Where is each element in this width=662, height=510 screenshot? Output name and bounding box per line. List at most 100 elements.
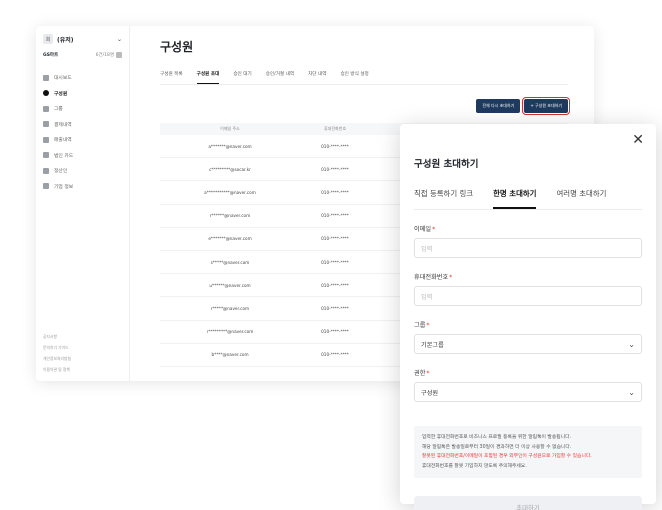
phone-field[interactable]: 입력 — [414, 286, 642, 306]
sidebar-footer: 공지사항 문의하기 가이드 개인정보처리방침 이용약관 및 정책 — [43, 331, 71, 375]
tab-member-invite[interactable]: 구성원 초대 — [196, 71, 220, 84]
document-icon — [43, 121, 49, 128]
sidebar-item-label: 구성원 — [54, 91, 68, 97]
plan-count: 6건/18명 — [95, 53, 114, 58]
group-icon — [43, 105, 49, 112]
sidebar-item-company-info[interactable]: 기업 정보 — [43, 179, 122, 195]
notice-box: 입력한 휴대전화번호로 비즈니스 프로필 등록을 위한 알림톡이 발송됩니다. … — [414, 426, 642, 478]
role-select[interactable]: 구성원 ⌄ — [414, 382, 642, 402]
modal-title: 구성원 초대하기 — [414, 159, 479, 170]
sidebar-item-corporate-card[interactable]: 법인 카드 — [43, 148, 122, 164]
tab-history[interactable]: 승인/거절 내역 — [266, 71, 294, 84]
sidebar-nav: 대시보드 구성원 그룹 결제내역 매출내역 법인 카드 정산인 기업 정보 — [43, 70, 122, 194]
phone-placeholder: 입력 — [421, 293, 433, 301]
email-placeholder: 입력 — [421, 245, 433, 253]
cell-email: c*********@socar.kr — [209, 166, 251, 172]
sidebar: 회 (유저) ⌄ GS마트 6건/18명 대시보드 구성원 그룹 결제내역 매출… — [36, 26, 130, 381]
required-mark: * — [449, 274, 453, 281]
org-logo: 회 — [43, 34, 53, 44]
footer-link[interactable]: 이용약관 및 정책 — [43, 364, 71, 375]
invite-member-button[interactable]: + 구성원 초대하기 — [522, 97, 570, 115]
sidebar-item-sales[interactable]: 매출내역 — [43, 132, 122, 148]
group-label-text: 그룹 — [414, 322, 426, 329]
resend-all-button[interactable]: 전체 다시 초대하기 — [476, 99, 521, 113]
tab-invite-one[interactable]: 한명 초대하기 — [493, 188, 537, 209]
document-icon — [43, 136, 49, 143]
modal-tabs: 직접 등록하기 링크 한명 초대하기 여러명 초대하기 — [414, 188, 642, 210]
chevron-down-icon: ⌄ — [628, 339, 635, 349]
role-value: 구성원 — [421, 389, 439, 397]
gear-icon — [43, 167, 49, 174]
phone-label-text: 휴대전화번호 — [414, 274, 449, 281]
sidebar-item-payments[interactable]: 결제내역 — [43, 117, 122, 133]
cell-email: s*****@naver.com — [210, 259, 250, 265]
notice-line: 휴대전화번호를 잘못 기입하지 않도록 주의해주세요. — [422, 463, 527, 469]
cell-phone: 010-****-**** — [321, 329, 349, 335]
role-label-text: 권한 — [414, 370, 426, 377]
action-bar: 전체 다시 초대하기 + 구성원 초대하기 — [160, 97, 570, 115]
cell-phone: 010-****-**** — [321, 166, 349, 172]
cell-phone: 010-****-**** — [321, 352, 349, 358]
required-mark: * — [432, 226, 436, 233]
cell-email: a*******@naver.com — [208, 143, 252, 149]
notice-warning: 잘못된 휴대전화번호/이메일이 포함된 경우 외부인이 구성원으로 가입할 수 … — [422, 454, 592, 459]
column-header-email: 이메일 주소 — [220, 126, 240, 131]
cell-phone: 010-****-**** — [321, 213, 349, 219]
close-icon[interactable]: ✕ — [632, 132, 644, 148]
column-header-phone: 휴대전화번호 — [323, 126, 347, 131]
email-label: 이메일* — [414, 224, 642, 233]
sidebar-item-members[interactable]: 구성원 — [43, 86, 122, 102]
org-switcher[interactable]: 회 (유저) ⌄ — [43, 34, 122, 44]
building-icon — [43, 183, 49, 190]
notice-line: 해당 알림톡은 발송일로부터 30일이 경과하면 더 이상 사용할 수 없습니다… — [422, 444, 572, 450]
sidebar-item-dashboard[interactable]: 대시보드 — [43, 70, 122, 86]
role-label: 권한* — [414, 368, 642, 377]
required-mark: * — [426, 370, 430, 377]
invite-modal: ✕ 구성원 초대하기 직접 등록하기 링크 한명 초대하기 여러명 초대하기 이… — [400, 124, 656, 510]
email-field[interactable]: 입력 — [414, 238, 642, 258]
sidebar-item-label: 기업 정보 — [54, 184, 74, 190]
sidebar-item-label: 법인 카드 — [54, 153, 74, 159]
chevron-down-icon: ⌄ — [628, 387, 635, 397]
footer-link[interactable]: 공지사항 — [43, 331, 71, 342]
sidebar-item-label: 대시보드 — [54, 76, 72, 82]
plan-row: GS마트 6건/18명 — [43, 52, 122, 58]
group-label: 그룹* — [414, 320, 642, 329]
sidebar-item-groups[interactable]: 그룹 — [43, 101, 122, 117]
page-title: 구성원 — [160, 40, 194, 54]
sidebar-item-label: 매출내역 — [54, 138, 72, 144]
sidebar-item-label: 그룹 — [54, 107, 63, 113]
tab-member-list[interactable]: 구성원 목록 — [160, 71, 183, 84]
footer-link[interactable]: 문의하기 가이드 — [43, 342, 71, 353]
email-label-text: 이메일 — [414, 226, 432, 233]
phone-label: 휴대전화번호* — [414, 272, 642, 281]
tab-register-link[interactable]: 직접 등록하기 링크 — [414, 188, 473, 209]
cell-email: e*******@naver.com — [208, 236, 252, 242]
cell-phone: 010-****-**** — [321, 189, 349, 195]
tab-approval-settings[interactable]: 승인 방식 설정 — [340, 71, 368, 84]
cell-phone: 010-****-**** — [321, 236, 349, 242]
group-value: 기본그룹 — [421, 341, 444, 349]
cell-phone: 010-****-**** — [321, 143, 349, 149]
tab-blocked[interactable]: 차단 내역 — [308, 71, 326, 84]
tab-pending[interactable]: 승인 대기 — [233, 71, 251, 84]
footer-link[interactable]: 개인정보처리방침 — [43, 353, 71, 364]
group-select[interactable]: 기본그룹 ⌄ — [414, 334, 642, 354]
plan-settings-icon[interactable] — [116, 52, 122, 58]
card-icon — [43, 152, 49, 159]
org-name: (유저) — [57, 36, 74, 44]
sidebar-item-label: 결제내역 — [54, 122, 72, 128]
member-tabs: 구성원 목록 구성원 초대 승인 대기 승인/거절 내역 차단 내역 승인 방식… — [160, 71, 568, 85]
tab-invite-many[interactable]: 여러명 초대하기 — [556, 188, 606, 209]
cell-email: a***********@naver.com — [204, 189, 256, 195]
cell-phone: 010-****-**** — [321, 282, 349, 288]
chevron-down-icon: ⌄ — [116, 35, 122, 43]
plan-label: GS마트 — [43, 53, 59, 58]
cell-phone: 010-****-**** — [321, 305, 349, 311]
sidebar-item-settlement[interactable]: 정산인 — [43, 163, 122, 179]
cell-email: b****@naver.com — [211, 352, 249, 358]
invite-submit-button[interactable]: 초대하기 — [414, 496, 642, 510]
cell-email: r*****@naver.com — [210, 305, 250, 311]
cell-email: u******@naver.com — [209, 282, 251, 288]
required-mark: * — [426, 322, 430, 329]
